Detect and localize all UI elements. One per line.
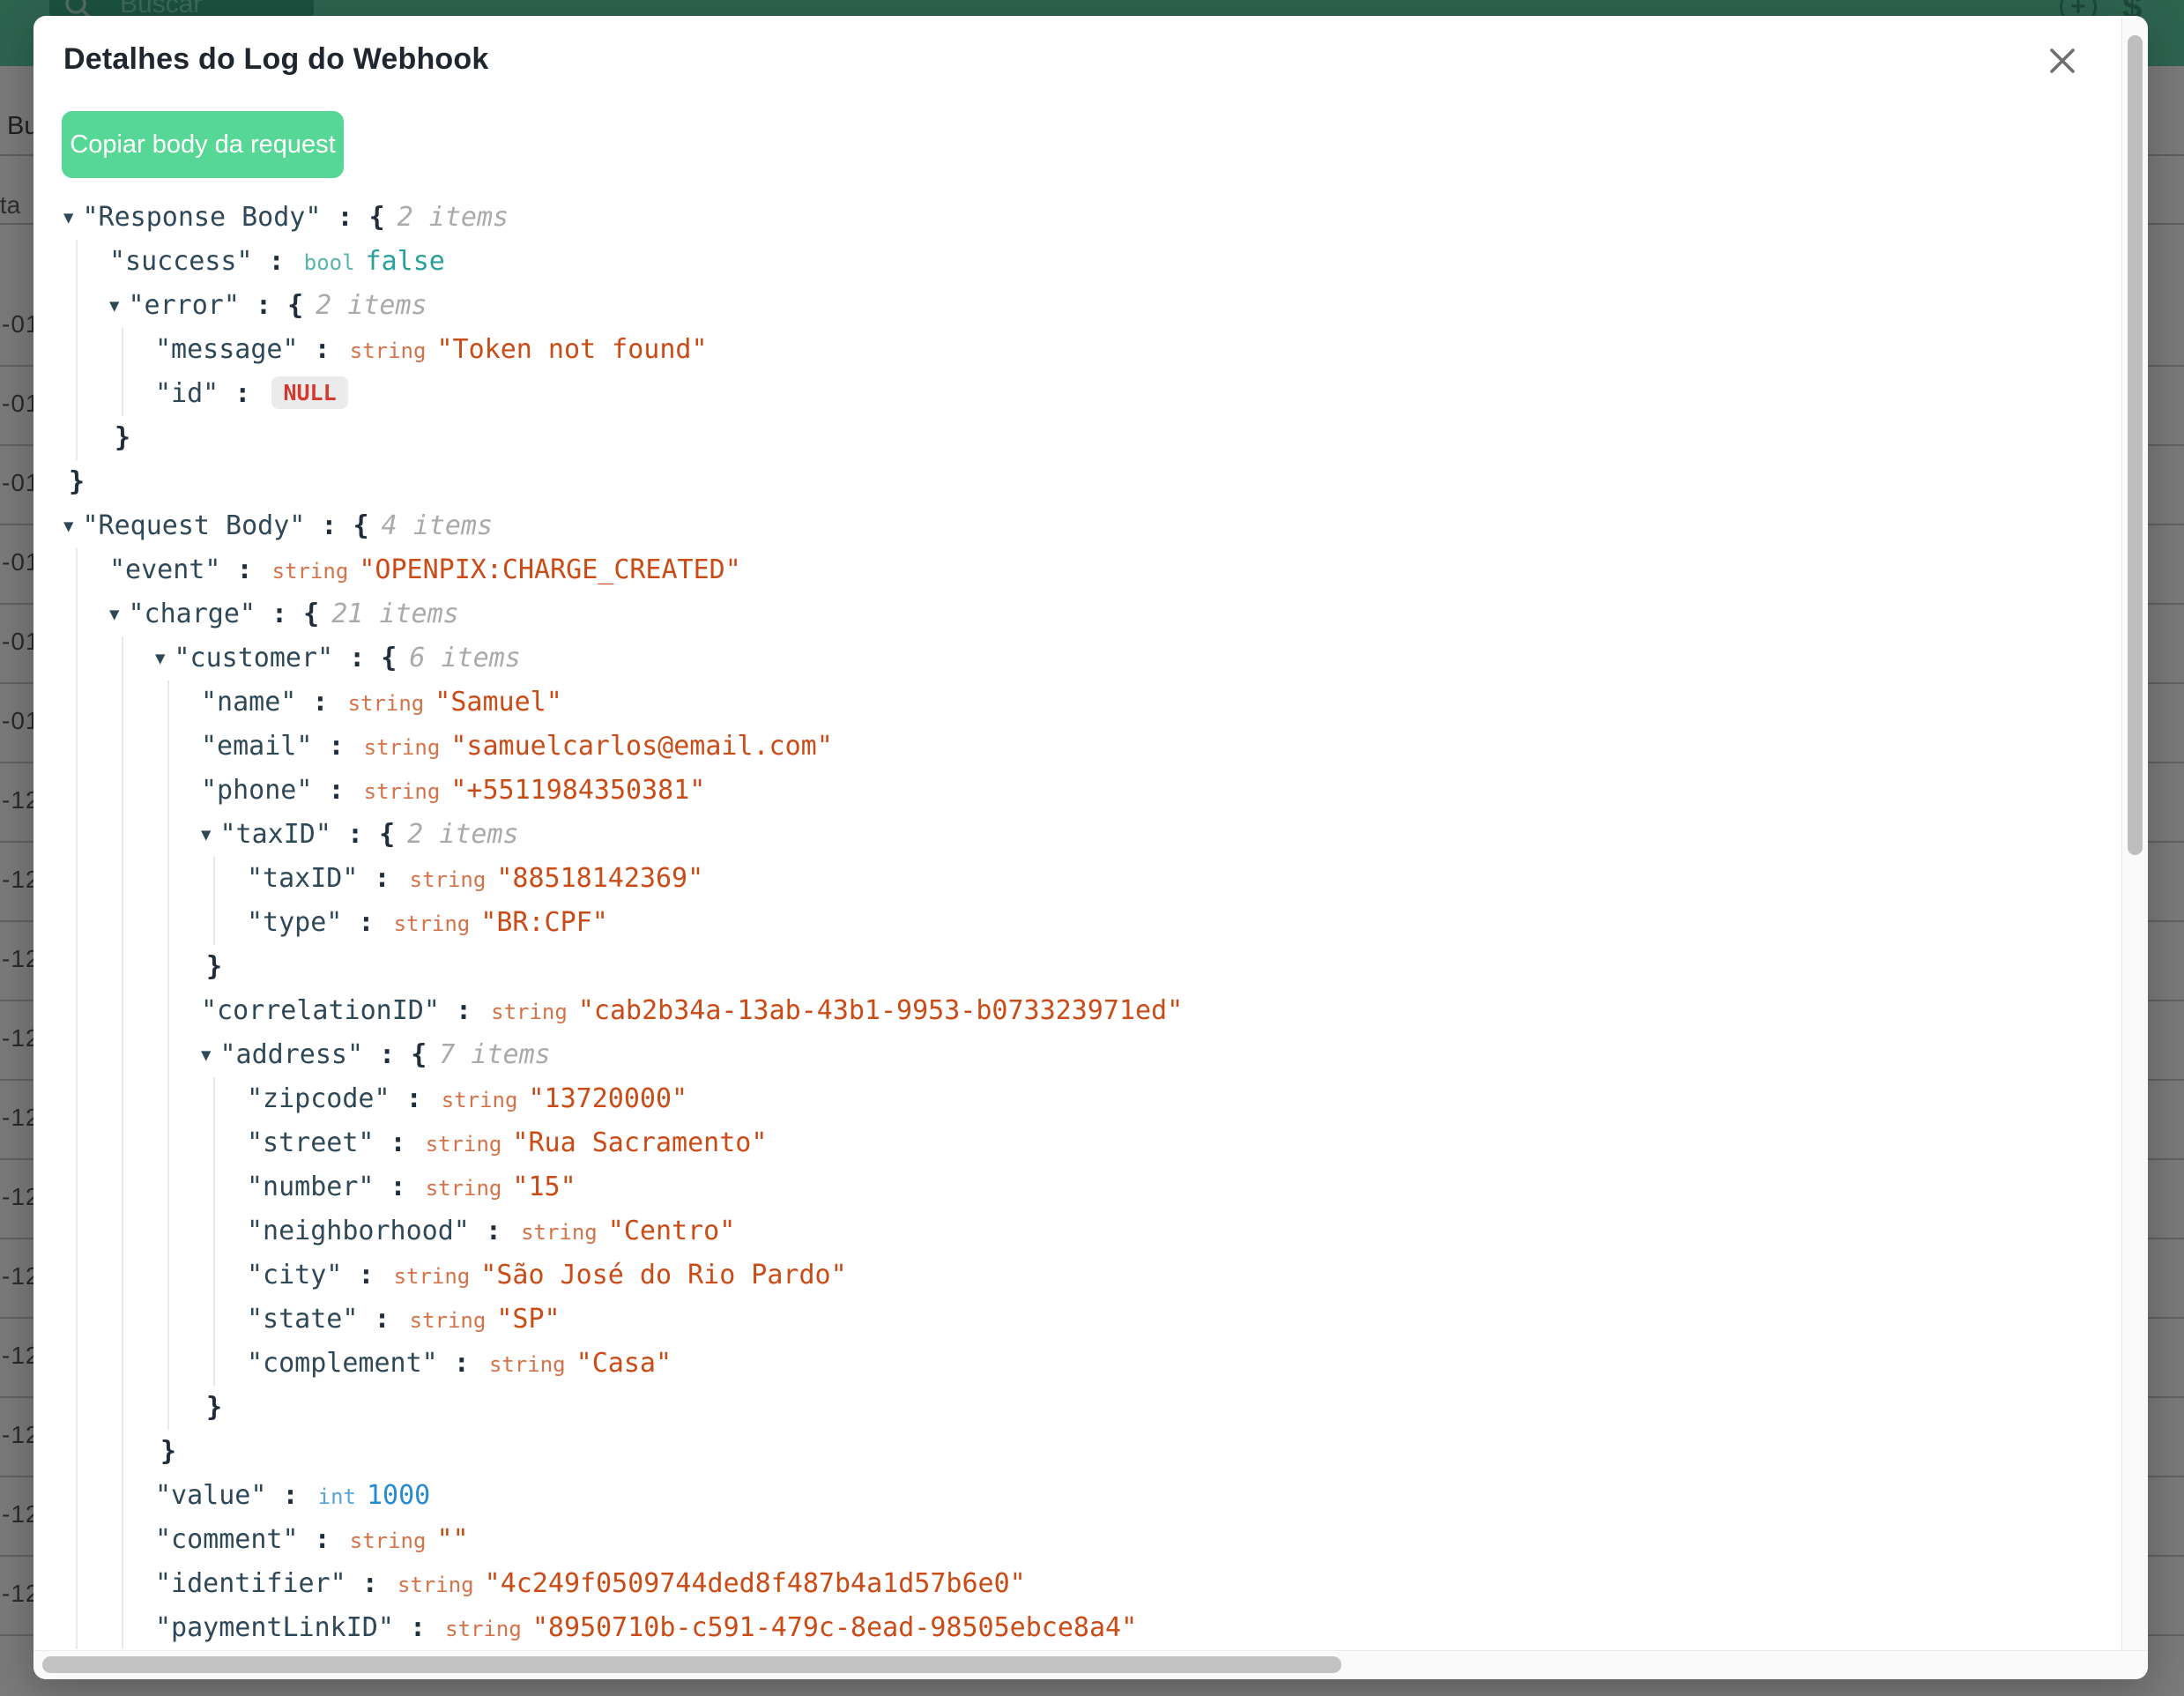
json-row-complement: "complement" : string"Casa" — [247, 1342, 2120, 1386]
json-row-paymentLinkID: "paymentLinkID" : string"8950710b-c591-4… — [155, 1606, 2120, 1649]
json-closing-brace: } — [109, 416, 2120, 460]
close-icon[interactable] — [2049, 48, 2076, 74]
json-row-city: "city" : string"São José do Rio Pardo" — [247, 1253, 2120, 1298]
json-row-number: "number" : string"15" — [247, 1165, 2120, 1209]
vertical-scrollbar[interactable] — [2121, 18, 2148, 1651]
json-closing-brace: } — [155, 1430, 2120, 1474]
json-closing-brace: } — [201, 945, 2120, 989]
json-children: "zipcode" : string"13720000""street" : s… — [213, 1077, 2120, 1386]
json-children: "name" : string"Samuel""email" : string"… — [167, 681, 2120, 1430]
json-children: "taxID" : string"88518142369""type" : st… — [213, 857, 2120, 945]
json-row-value: "value" : int1000 — [155, 1474, 2120, 1518]
modal-title: Detalhes do Log do Webhook — [63, 42, 488, 77]
json-row-name: "name" : string"Samuel" — [201, 681, 2120, 725]
json-row-charge: ▼"charge" : {21 items — [109, 592, 2120, 636]
json-row-state: "state" : string"SP" — [247, 1298, 2120, 1342]
json-children: ▼"customer" : {6 items"name" : string"Sa… — [122, 636, 2120, 1649]
vertical-scrollbar-thumb[interactable] — [2128, 35, 2143, 855]
json-children: "message" : string"Token not found""id" … — [122, 328, 2120, 416]
horizontal-scrollbar-thumb[interactable] — [42, 1656, 1341, 1673]
json-row-zipcode: "zipcode" : string"13720000" — [247, 1077, 2120, 1121]
json-row-customer: ▼"customer" : {6 items — [155, 636, 2120, 681]
webhook-log-modal: Detalhes do Log do Webhook Copiar body d… — [33, 16, 2148, 1679]
json-closing-brace: } — [63, 460, 2120, 504]
collapse-triangle-icon[interactable]: ▼ — [63, 504, 73, 548]
json-children: "success" : boolfalse▼"error" : {2 items… — [76, 240, 2120, 460]
json-row-street: "street" : string"Rua Sacramento" — [247, 1121, 2120, 1165]
collapse-triangle-icon[interactable]: ▼ — [109, 284, 119, 328]
collapse-triangle-icon[interactable]: ▼ — [201, 813, 211, 857]
json-row-correlationID: "correlationID" : string"cab2b34a-13ab-4… — [201, 989, 2120, 1033]
json-row-message: "message" : string"Token not found" — [155, 328, 2120, 372]
json-row-error: ▼"error" : {2 items — [109, 284, 2120, 328]
json-children: "event" : string"OPENPIX:CHARGE_CREATED"… — [76, 548, 2120, 1649]
json-row-Response Body: ▼"Response Body" : {2 items — [63, 196, 2120, 240]
json-row-neighborhood: "neighborhood" : string"Centro" — [247, 1209, 2120, 1253]
copy-request-body-button[interactable]: Copiar body da request — [62, 111, 344, 178]
collapse-triangle-icon[interactable]: ▼ — [155, 636, 165, 681]
null-value-badge: NULL — [271, 376, 347, 409]
json-closing-brace: } — [201, 1386, 2120, 1430]
json-row-id: "id" : NULL — [155, 372, 2120, 416]
collapse-triangle-icon[interactable]: ▼ — [201, 1033, 211, 1077]
json-row-phone: "phone" : string"+5511984350381" — [201, 769, 2120, 813]
json-row-success: "success" : boolfalse — [109, 240, 2120, 284]
json-row-Request Body: ▼"Request Body" : {4 items — [63, 504, 2120, 548]
json-row-address: ▼"address" : {7 items — [201, 1033, 2120, 1077]
json-row-type: "type" : string"BR:CPF" — [247, 901, 2120, 945]
json-row-email: "email" : string"samuelcarlos@email.com" — [201, 725, 2120, 769]
json-row-event: "event" : string"OPENPIX:CHARGE_CREATED" — [109, 548, 2120, 592]
json-row-taxID: "taxID" : string"88518142369" — [247, 857, 2120, 901]
json-row-identifier: "identifier" : string"4c249f0509744ded8f… — [155, 1562, 2120, 1606]
json-row-taxID: ▼"taxID" : {2 items — [201, 813, 2120, 857]
collapse-triangle-icon[interactable]: ▼ — [63, 196, 73, 240]
collapse-triangle-icon[interactable]: ▼ — [109, 592, 119, 636]
horizontal-scrollbar[interactable] — [33, 1650, 2148, 1679]
json-row-comment: "comment" : string"" — [155, 1518, 2120, 1562]
json-tree-viewer: ▼"Response Body" : {2 items"success" : b… — [33, 196, 2120, 1649]
